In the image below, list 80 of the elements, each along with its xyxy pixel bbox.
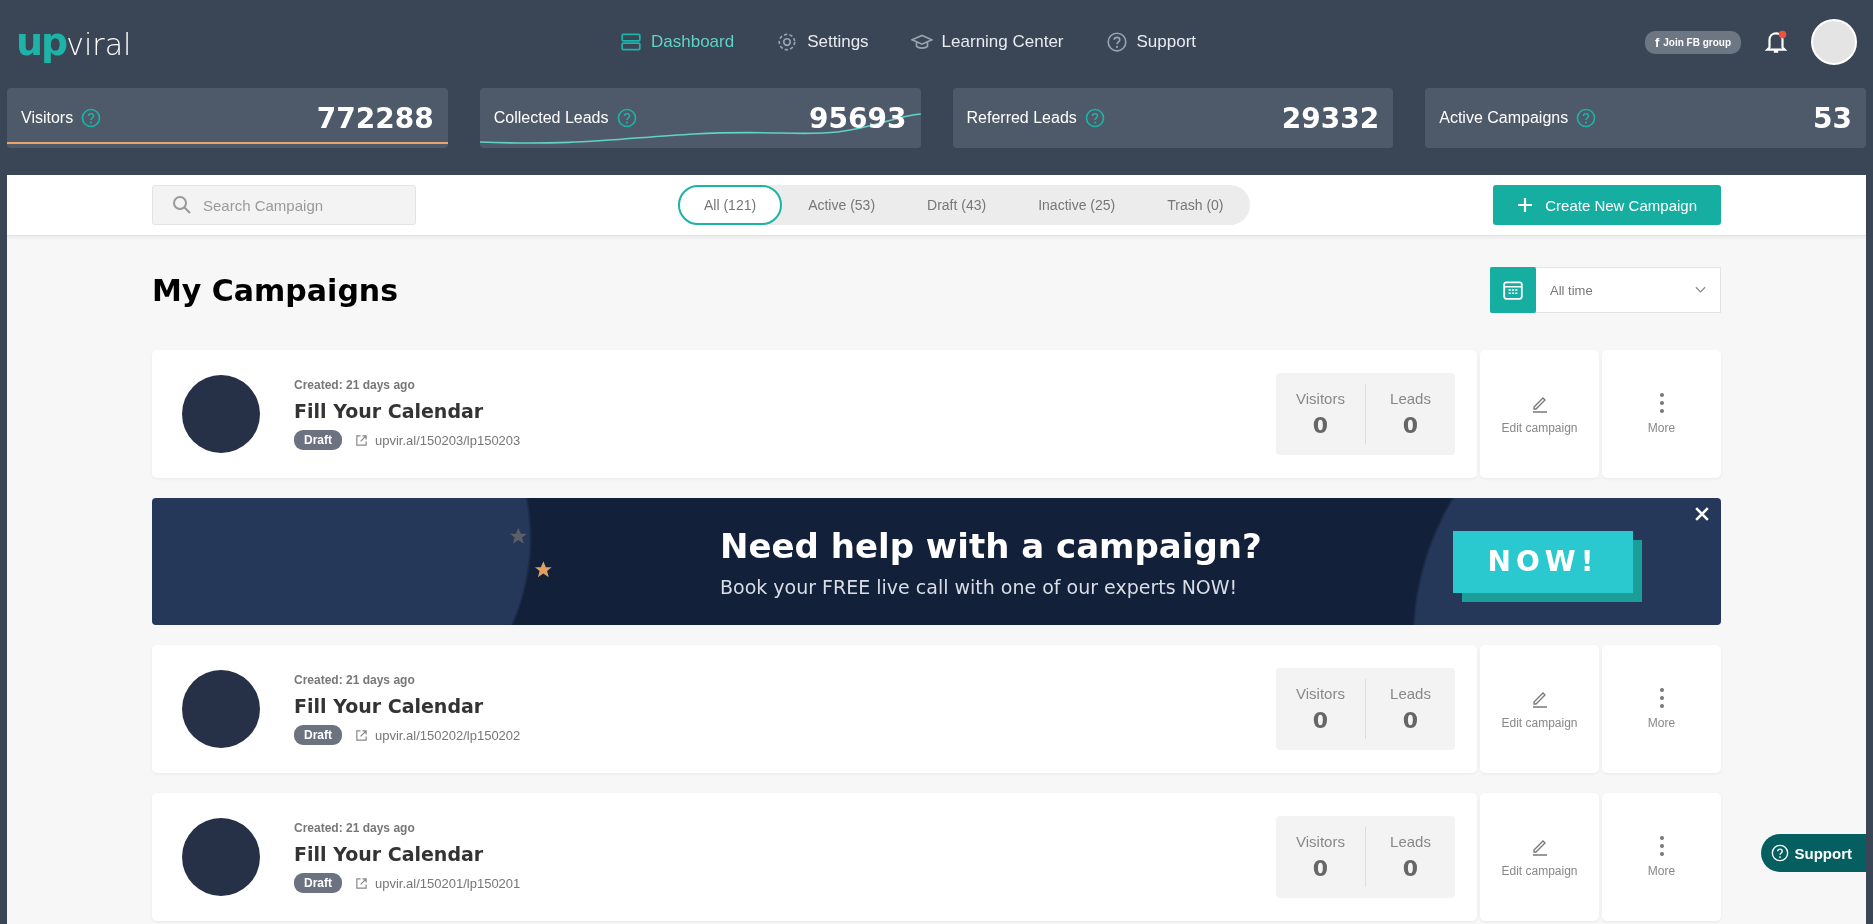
more-vertical-icon xyxy=(1659,393,1664,413)
help-icon[interactable] xyxy=(81,108,102,128)
search-icon xyxy=(172,195,192,215)
help-icon[interactable] xyxy=(1084,108,1105,128)
search-field[interactable]: Search Campaign xyxy=(152,185,416,225)
stat-value: 0 xyxy=(1312,708,1329,733)
status-badge: Draft xyxy=(294,430,342,450)
external-link-icon xyxy=(355,433,368,447)
banner-title: Need help with a campaign? xyxy=(720,525,1262,566)
created-date: Created: 21 days ago xyxy=(294,673,416,687)
logo-text: viral xyxy=(66,27,132,62)
page-title: My Campaigns xyxy=(152,272,399,308)
stat-value: 0 xyxy=(1402,413,1419,438)
layout-icon xyxy=(620,31,642,53)
create-campaign-button[interactable]: Create New Campaign xyxy=(1493,185,1721,225)
avatar[interactable] xyxy=(1811,19,1857,65)
filter-tab[interactable]: Draft (43) xyxy=(901,185,1013,225)
filter-tab[interactable]: All (121) xyxy=(678,185,783,225)
stat-label: Referred Leads xyxy=(966,109,1077,127)
help-icon xyxy=(1105,31,1128,53)
stat-value: 95693 xyxy=(809,101,907,135)
status-badge: Draft xyxy=(294,873,342,893)
notification-bell-icon[interactable] xyxy=(1763,29,1789,55)
filter-tab[interactable]: Inactive (25) xyxy=(1012,185,1142,225)
stat-value: 29332 xyxy=(1281,101,1380,135)
stat-value: 0 xyxy=(1402,708,1419,733)
edit-campaign-button[interactable]: Edit campaign xyxy=(1480,350,1599,478)
more-button[interactable]: More xyxy=(1602,645,1721,773)
chevron-down-icon xyxy=(1695,286,1706,294)
campaign-card[interactable]: Created: 21 days ago Fill Your Calendar Draft upvir.al/150203/lp150203 Visitors 0 Leads 0 xyxy=(152,350,1477,478)
help-icon[interactable] xyxy=(616,108,637,128)
more-button[interactable]: More xyxy=(1602,350,1721,478)
campaign-card[interactable]: Created: 21 days ago Fill Your Calendar Draft upvir.al/150201/lp150201 Visitors 0 Leads 0 xyxy=(152,793,1477,921)
stat-label: Leads xyxy=(1390,685,1431,702)
nav-link[interactable]: Learning Center xyxy=(910,31,1064,53)
logo-mark: up xyxy=(16,20,67,64)
stat-label: Active Campaigns xyxy=(1439,109,1569,127)
stat-label: Visitors xyxy=(21,109,74,127)
more-vertical-icon xyxy=(1659,836,1664,856)
filter-tab[interactable]: Trash (0) xyxy=(1141,185,1250,225)
stat-value: 0 xyxy=(1312,856,1329,881)
status-badge: Draft xyxy=(294,725,342,745)
stat-label: Visitors xyxy=(1296,685,1345,702)
external-link-icon xyxy=(355,876,368,890)
nav-link[interactable]: Dashboard xyxy=(620,31,735,53)
nav-link[interactable]: Support xyxy=(1105,31,1197,53)
external-link-icon xyxy=(355,728,368,742)
support-button[interactable]: Support xyxy=(1760,834,1866,872)
plus-icon xyxy=(1517,197,1534,213)
edit-campaign-button[interactable]: Edit campaign xyxy=(1480,645,1599,773)
stat-label: Visitors xyxy=(1296,833,1345,850)
stat-value: 0 xyxy=(1312,413,1329,438)
campaign-link[interactable]: upvir.al/150203/lp150203 xyxy=(375,432,521,448)
created-date: Created: 21 days ago xyxy=(294,378,416,392)
campaign-link[interactable]: upvir.al/150201/lp150201 xyxy=(375,875,521,891)
stat-label: Visitors xyxy=(1296,390,1345,407)
more-vertical-icon xyxy=(1659,688,1664,708)
more-button[interactable]: More xyxy=(1602,793,1721,921)
facebook-group-button[interactable]: f Join FB group xyxy=(1644,30,1741,54)
nav-link[interactable]: Settings xyxy=(776,31,869,53)
edit-campaign-button[interactable]: Edit campaign xyxy=(1480,793,1599,921)
stat-value: 0 xyxy=(1402,856,1419,881)
campaign-title: Fill Your Calendar xyxy=(294,400,485,422)
campaign-link[interactable]: upvir.al/150202/lp150202 xyxy=(375,727,521,743)
close-icon[interactable] xyxy=(1695,507,1709,521)
calendar-icon xyxy=(1502,278,1524,301)
created-date: Created: 21 days ago xyxy=(294,821,416,835)
campaign-card[interactable]: Created: 21 days ago Fill Your Calendar Draft upvir.al/150202/lp150202 Visitors 0 Leads 0 xyxy=(152,645,1477,773)
help-icon[interactable] xyxy=(1576,108,1597,128)
campaign-title: Fill Your Calendar xyxy=(294,843,485,865)
banner-subtitle: Book your FREE live call with one of our experts NOW! xyxy=(720,575,1239,598)
stat-label: Collected Leads xyxy=(493,109,609,127)
stat-label: Leads xyxy=(1390,833,1431,850)
help-icon xyxy=(1770,844,1789,862)
filter-tab[interactable]: Active (53) xyxy=(782,185,902,225)
campaign-title: Fill Your Calendar xyxy=(294,695,485,717)
stat-value: 53 xyxy=(1813,101,1852,135)
stat-value: 772288 xyxy=(316,101,434,135)
date-filter-dropdown[interactable]: All time xyxy=(1490,267,1721,313)
stat-label: Leads xyxy=(1390,390,1431,407)
